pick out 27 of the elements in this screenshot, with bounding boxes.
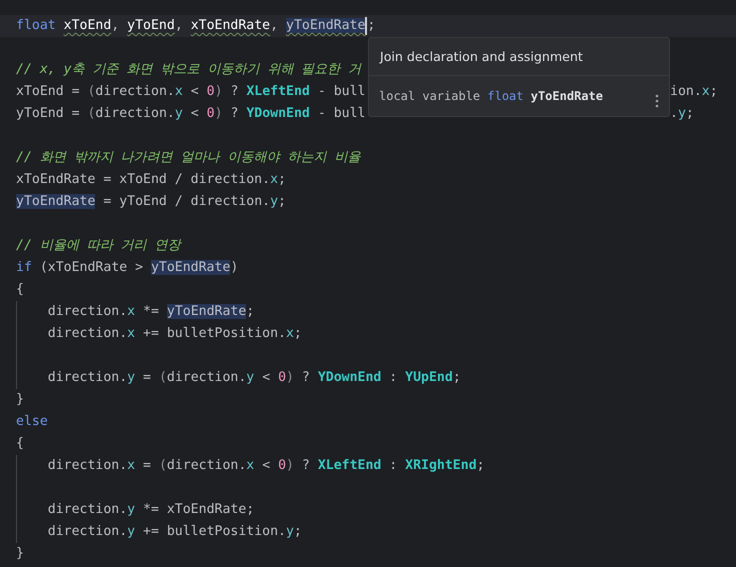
more-icon[interactable]: [655, 94, 659, 108]
code-line: if (xToEndRate > yToEndRate): [16, 259, 238, 277]
code-line: direction.x *= yToEndRate;: [46, 303, 254, 321]
code-line: yToEnd = (direction.y < 0) ? YDownEnd - bull: [16, 105, 366, 123]
code-line: {: [16, 435, 24, 453]
intention-action[interactable]: Join declaration and assignment: [369, 38, 669, 75]
declaration-info: local variable float yToEndRate: [379, 89, 603, 103]
code-line: direction.y *= xToEndRate;: [46, 501, 254, 519]
code-line: xToEnd = (direction.x < 0) ? XLeftEnd - bull: [16, 83, 366, 101]
code-text: .y;: [670, 105, 695, 123]
code-line: direction.x += bulletPosition.x;: [46, 325, 302, 343]
code-line: direction.y += bulletPosition.y;: [46, 523, 302, 541]
code-text: ion.x;: [670, 83, 719, 101]
code-line: else: [16, 413, 48, 431]
code-line: {: [16, 281, 24, 299]
code-line: direction.y = (direction.y < 0) ? YDownEnd : YUpEnd;: [46, 369, 461, 387]
code-line: }: [16, 545, 24, 563]
code-line: // 비율에 따라 거리 연장: [16, 237, 181, 255]
code-line: // x, y축 기준 화면 밖으로 이동하기 위해 필요한 거: [16, 61, 362, 79]
code-text: ;: [367, 17, 376, 35]
code-line: // 화면 밖까지 나가려면 얼마나 이동해야 하는지 비율: [16, 149, 360, 167]
code-line: direction.x = (direction.x < 0) ? XLeftEnd : XRIghtEnd;: [46, 457, 485, 475]
code-line: yToEndRate = yToEnd / direction.y;: [16, 193, 286, 211]
code-line: }: [16, 391, 24, 409]
code-line: float xToEnd, yToEnd, xToEndRate, yToEndRate: [16, 17, 366, 35]
text-cursor: [365, 17, 368, 35]
code-line: xToEndRate = xToEnd / direction.x;: [16, 171, 286, 189]
